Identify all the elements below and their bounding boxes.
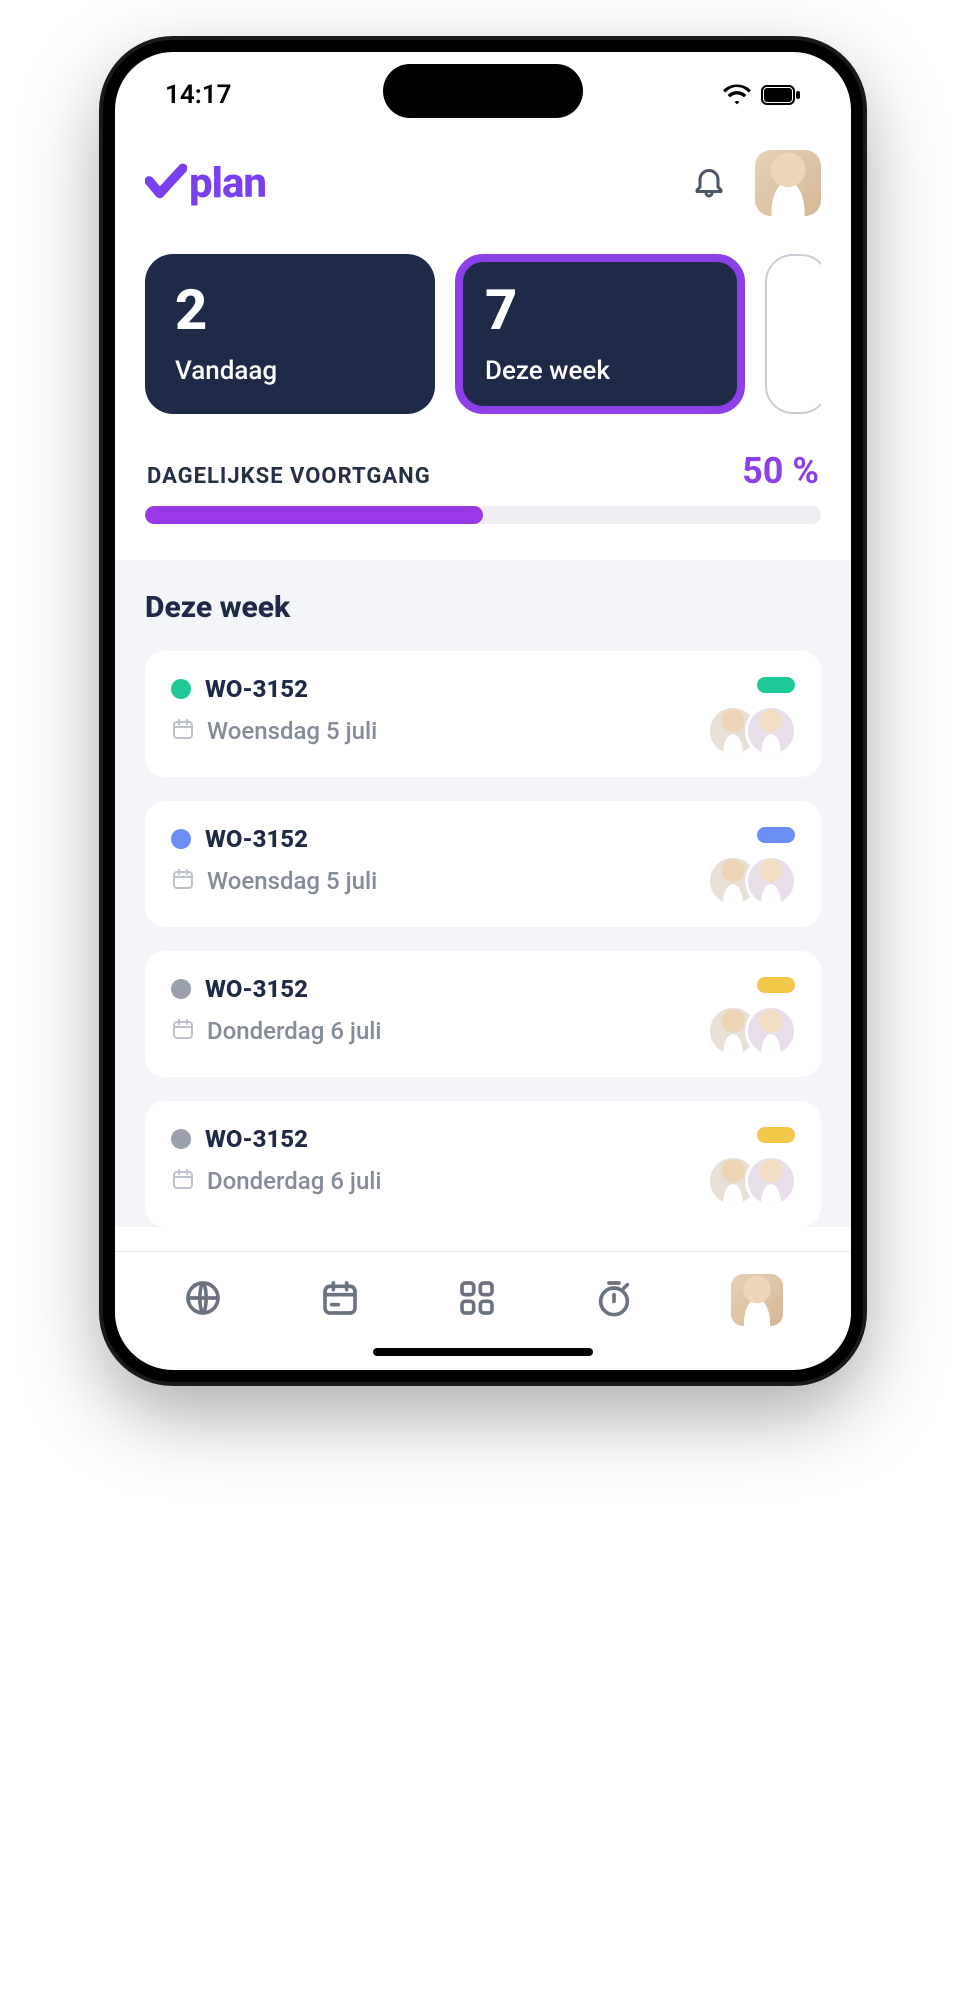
progress-header: DAGELIJKSE VOORTGANG 50 % — [145, 444, 821, 506]
task-date: Woensdag 5 juli — [207, 717, 377, 745]
task-card[interactable]: WO-3152 Woensdag 5 juli — [145, 651, 821, 777]
status-dot — [171, 1129, 191, 1149]
summary-cards-row: 2 Vandaag 7 Deze week — [145, 254, 821, 414]
summary-card-today[interactable]: 2 Vandaag — [145, 254, 435, 414]
summary-label: Vandaag — [175, 356, 405, 386]
assignee-avatar[interactable] — [745, 1005, 797, 1057]
progress-fill — [145, 506, 483, 524]
profile-avatar[interactable] — [755, 150, 821, 216]
calendar-icon — [171, 1167, 195, 1195]
app-header: plan — [145, 120, 821, 236]
status-dot — [171, 979, 191, 999]
task-card[interactable]: WO-3152 Donderdag 6 juli — [145, 951, 821, 1077]
summary-count: 2 — [175, 282, 405, 338]
phone-notch — [383, 64, 583, 118]
assignee-avatar[interactable] — [745, 705, 797, 757]
progress-label: DAGELIJKSE VOORTGANG — [147, 464, 431, 489]
task-date: Woensdag 5 juli — [207, 867, 377, 895]
summary-card-week[interactable]: 7 Deze week — [455, 254, 745, 414]
calendar-icon — [171, 1017, 195, 1045]
notification-bell-icon[interactable] — [691, 163, 727, 203]
home-indicator — [373, 1348, 593, 1356]
task-card[interactable]: WO-3152 Donderdag 6 juli — [145, 1101, 821, 1227]
bottom-nav — [115, 1251, 851, 1338]
tasks-section: Deze week WO-3152Woensdag 5 juliWO-3152W… — [115, 560, 851, 1227]
assignee-avatars — [721, 1155, 797, 1207]
summary-count: 7 — [485, 282, 715, 338]
progress-percent: 50 % — [742, 450, 819, 492]
nav-timer-icon[interactable] — [594, 1278, 634, 1322]
nav-profile-avatar[interactable] — [731, 1274, 783, 1326]
logo-text: plan — [189, 159, 266, 208]
summary-card-next[interactable] — [765, 254, 821, 414]
task-date: Donderdag 6 juli — [207, 1017, 382, 1045]
task-id: WO-3152 — [205, 1125, 308, 1153]
assignee-avatars — [721, 705, 797, 757]
assignee-avatars — [721, 1005, 797, 1057]
task-id: WO-3152 — [205, 825, 308, 853]
wifi-icon — [723, 84, 751, 106]
nav-grid-icon[interactable] — [457, 1278, 497, 1322]
assignee-avatars — [721, 855, 797, 907]
nav-globe-icon[interactable] — [183, 1278, 223, 1322]
status-time: 14:17 — [165, 80, 232, 110]
task-card[interactable]: WO-3152 Woensdag 5 juli — [145, 801, 821, 927]
status-dot — [171, 829, 191, 849]
summary-label: Deze week — [485, 356, 715, 386]
status-pill — [757, 827, 795, 843]
app-logo[interactable]: plan — [145, 159, 266, 208]
calendar-icon — [171, 717, 195, 745]
task-id: WO-3152 — [205, 675, 308, 703]
assignee-avatar[interactable] — [745, 1155, 797, 1207]
battery-icon — [761, 85, 801, 105]
task-id: WO-3152 — [205, 975, 308, 1003]
phone-frame: 14:17 plan — [103, 40, 863, 1382]
section-title: Deze week — [145, 590, 821, 625]
progress-bar — [145, 506, 821, 524]
status-pill — [757, 977, 795, 993]
assignee-avatar[interactable] — [745, 855, 797, 907]
task-date: Donderdag 6 juli — [207, 1167, 382, 1195]
status-pill — [757, 1127, 795, 1143]
nav-calendar-icon[interactable] — [320, 1278, 360, 1322]
status-dot — [171, 679, 191, 699]
calendar-icon — [171, 867, 195, 895]
status-pill — [757, 677, 795, 693]
